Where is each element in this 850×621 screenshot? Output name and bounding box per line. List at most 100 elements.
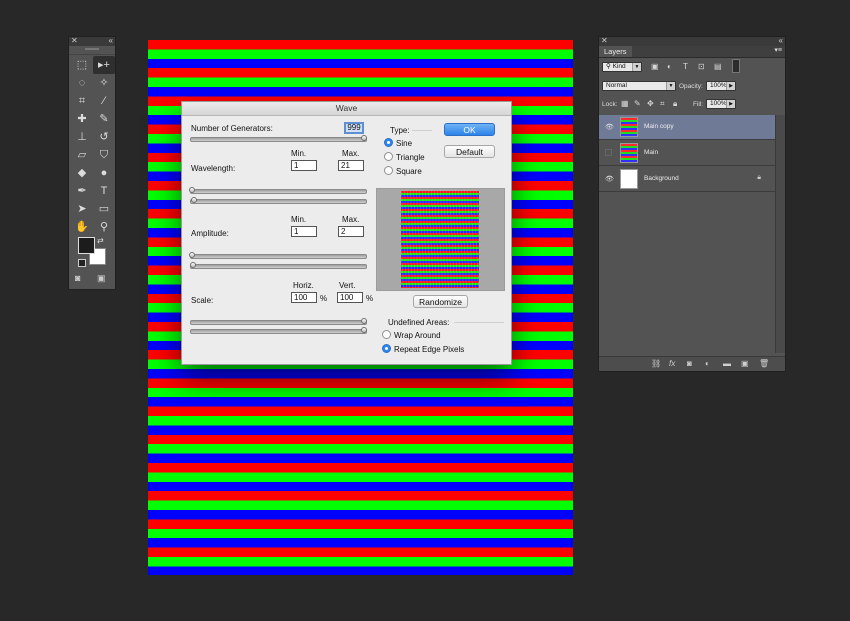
lock-transparency-icon[interactable]: ▦ bbox=[621, 99, 629, 108]
magic-wand-icon[interactable]: ✧ bbox=[93, 74, 115, 92]
shape-filter-icon[interactable]: ⊡ bbox=[698, 62, 705, 71]
scale-vert-input[interactable]: 100 bbox=[337, 292, 363, 303]
mask-icon[interactable]: ◙ bbox=[687, 359, 692, 368]
lasso-icon[interactable]: ◌ bbox=[71, 74, 93, 92]
swap-colors-icon[interactable]: ⇄ bbox=[97, 236, 104, 245]
group-folder-icon[interactable]: ▬ bbox=[723, 359, 731, 368]
visibility-toggle-off[interactable] bbox=[605, 149, 612, 156]
screen-mode-icon[interactable]: ▣ bbox=[97, 273, 106, 284]
scale-vert-slider[interactable] bbox=[190, 329, 367, 334]
rect-marquee-icon[interactable]: ⬚ bbox=[71, 56, 93, 74]
preview-box[interactable] bbox=[376, 188, 505, 291]
num-generators-slider-knob[interactable] bbox=[361, 135, 367, 141]
chevron-right-icon[interactable]: ▶ bbox=[726, 82, 735, 90]
wavelength-max-input[interactable]: 21 bbox=[338, 160, 364, 171]
foreground-color-swatch[interactable] bbox=[78, 237, 95, 254]
dialog-title[interactable]: Wave bbox=[182, 102, 511, 116]
chevron-down-icon: ▼ bbox=[632, 63, 641, 71]
scale-horiz-slider[interactable] bbox=[190, 320, 367, 325]
wavelength-label: Wavelength: bbox=[191, 164, 236, 173]
amplitude-min-knob[interactable] bbox=[189, 252, 195, 258]
adjustment-filter-icon[interactable]: ◐ bbox=[667, 62, 672, 71]
trash-icon[interactable]: 🗑︎ bbox=[759, 359, 769, 368]
layer-row-main[interactable]: Main bbox=[599, 141, 775, 166]
wavelength-min-input[interactable]: 1 bbox=[291, 160, 317, 171]
hand-icon[interactable]: ✋ bbox=[71, 218, 93, 236]
pen-icon[interactable]: ✒ bbox=[71, 182, 93, 200]
fx-icon[interactable]: fx bbox=[669, 359, 675, 368]
collapse-icon[interactable]: « bbox=[109, 36, 113, 45]
search-icon: ⚲ bbox=[606, 63, 613, 70]
collapse-icon[interactable]: « bbox=[779, 36, 783, 45]
clone-stamp-icon[interactable]: ⊥ bbox=[71, 128, 93, 146]
path-select-icon[interactable]: ➤ bbox=[71, 200, 93, 218]
blend-mode-dropdown[interactable]: Normal ▼ bbox=[602, 81, 676, 91]
scale-horiz-knob[interactable] bbox=[361, 318, 367, 324]
wavelength-min-slider[interactable] bbox=[190, 189, 367, 194]
smart-object-filter-icon[interactable]: ▤ bbox=[714, 62, 722, 71]
layer-name: Main bbox=[644, 149, 659, 156]
filter-kind-dropdown[interactable]: ⚲ Kind ▼ bbox=[602, 62, 642, 72]
amplitude-max-input[interactable]: 2 bbox=[338, 226, 364, 237]
scale-vert-knob[interactable] bbox=[361, 327, 367, 333]
ok-button[interactable]: OK bbox=[444, 123, 495, 136]
panel-grip[interactable] bbox=[69, 48, 115, 55]
wavelength-max-slider[interactable] bbox=[190, 199, 367, 204]
eraser-icon[interactable]: ▱ bbox=[71, 146, 93, 164]
close-icon[interactable]: ✕ bbox=[601, 36, 608, 45]
amplitude-min-slider[interactable] bbox=[190, 254, 367, 259]
quick-mask-icon[interactable]: ◙ bbox=[75, 273, 80, 283]
lock-all-icon[interactable]: 🔒︎ bbox=[673, 99, 677, 109]
layers-panel-titlebar: ✕ « bbox=[599, 36, 785, 46]
move-tool-icon[interactable]: ▸+ bbox=[93, 56, 115, 74]
wavelength-max-knob[interactable] bbox=[191, 197, 197, 203]
rectangle-shape-icon[interactable]: ▭ bbox=[93, 200, 115, 218]
eyedropper-icon[interactable]: ⁄ bbox=[93, 92, 115, 110]
pixel-filter-icon[interactable]: ▣ bbox=[651, 62, 659, 71]
wrap-around-radio[interactable] bbox=[382, 330, 391, 339]
type-icon[interactable]: T bbox=[93, 182, 115, 200]
type-sine-radio[interactable] bbox=[384, 138, 393, 147]
brush-icon[interactable]: ✎ bbox=[93, 110, 115, 128]
fill-input[interactable]: 100% ▶ bbox=[706, 99, 736, 109]
layer-row-background[interactable]: 👁︎ Background 🔒︎ bbox=[599, 167, 775, 192]
opacity-input[interactable]: 100% ▶ bbox=[706, 81, 736, 91]
type-square-radio[interactable] bbox=[384, 166, 393, 175]
tab-layers[interactable]: Layers bbox=[599, 46, 632, 57]
lock-position-icon[interactable]: ✥ bbox=[647, 99, 654, 108]
blur-icon[interactable]: ◆ bbox=[71, 164, 93, 182]
type-filter-icon[interactable]: T bbox=[683, 62, 688, 71]
panel-menu-icon[interactable]: ▾≡ bbox=[774, 46, 782, 54]
link-icon[interactable]: ⛓ bbox=[651, 359, 661, 368]
layer-row-main-copy[interactable]: 👁︎ Main copy bbox=[599, 115, 775, 140]
scale-horiz-input[interactable]: 100 bbox=[291, 292, 317, 303]
amplitude-min-input[interactable]: 1 bbox=[291, 226, 317, 237]
repeat-edge-pixels-radio[interactable] bbox=[382, 344, 391, 353]
paint-bucket-icon[interactable]: ⛉ bbox=[93, 146, 115, 164]
lock-image-icon[interactable]: ✎ bbox=[634, 99, 641, 108]
chevron-right-icon[interactable]: ▶ bbox=[726, 100, 735, 108]
type-triangle-radio[interactable] bbox=[384, 152, 393, 161]
zoom-icon[interactable]: ⚲ bbox=[93, 218, 115, 236]
amplitude-max-slider[interactable] bbox=[190, 264, 367, 269]
new-layer-icon[interactable]: ▣ bbox=[741, 359, 749, 368]
wavelength-min-knob[interactable] bbox=[189, 187, 195, 193]
default-colors-icon[interactable] bbox=[78, 259, 86, 267]
num-generators-slider[interactable] bbox=[190, 137, 367, 142]
healing-brush-icon[interactable]: ✚ bbox=[71, 110, 93, 128]
amplitude-max-label: Max. bbox=[342, 215, 360, 224]
randomize-button[interactable]: Randomize bbox=[413, 295, 468, 308]
close-icon[interactable]: ✕ bbox=[71, 36, 78, 45]
lock-artboard-icon[interactable]: ⌗ bbox=[660, 99, 665, 109]
eye-icon[interactable]: 👁︎ bbox=[605, 175, 614, 183]
num-generators-input[interactable]: 999 bbox=[344, 122, 364, 134]
default-button[interactable]: Default bbox=[444, 145, 495, 158]
crop-icon[interactable]: ⌗ bbox=[71, 92, 93, 110]
filter-toggle-icon[interactable] bbox=[732, 59, 740, 73]
history-brush-icon[interactable]: ↺ bbox=[93, 128, 115, 146]
amplitude-max-knob[interactable] bbox=[190, 262, 196, 268]
adjustment-icon[interactable]: ◐ bbox=[705, 359, 710, 368]
eye-icon[interactable]: 👁︎ bbox=[605, 123, 614, 131]
dodge-icon[interactable]: ● bbox=[93, 164, 115, 182]
layers-scrollbar[interactable] bbox=[775, 115, 785, 353]
